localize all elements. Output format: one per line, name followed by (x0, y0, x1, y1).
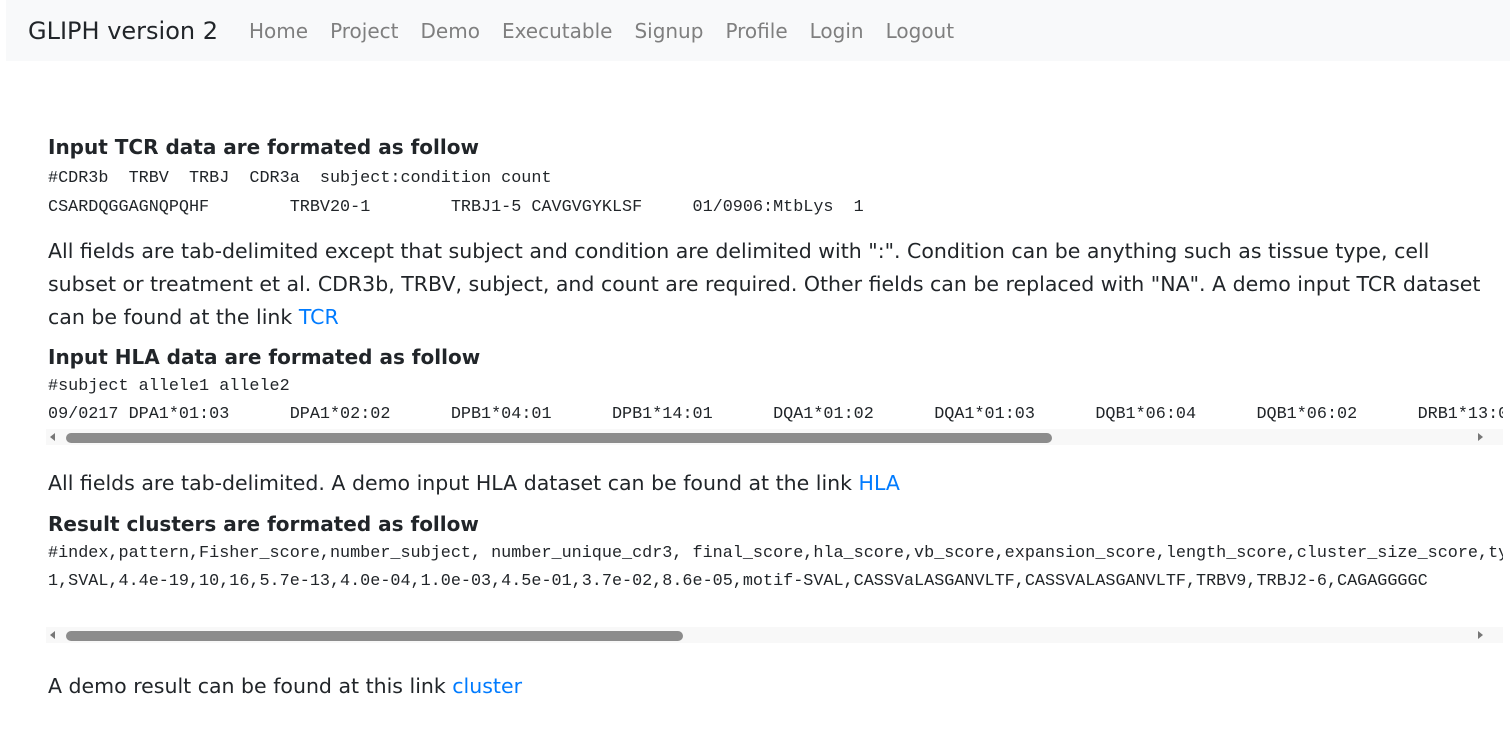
hla-example-line: 09/0217 DPA1*01:03 DPA1*02:02 DPB1*04:01… (48, 405, 1503, 424)
scroll-right-icon[interactable] (1478, 631, 1483, 639)
nav-demo[interactable]: Demo (421, 19, 480, 43)
hla-link[interactable]: HLA (859, 471, 900, 495)
scroll-left-icon[interactable] (50, 433, 55, 441)
result-description-text: A demo result can be found at this link (48, 674, 453, 698)
tcr-description-text: All fields are tab-delimited except that… (48, 239, 1481, 329)
nav-executable[interactable]: Executable (502, 19, 613, 43)
scroll-right-icon[interactable] (1478, 433, 1483, 441)
hla-description: All fields are tab-delimited. A demo inp… (48, 467, 1503, 500)
hla-description-text: All fields are tab-delimited. A demo inp… (48, 471, 859, 495)
hla-format-line: #subject allele1 allele2 (48, 377, 290, 396)
tcr-link[interactable]: TCR (299, 305, 339, 329)
scroll-left-icon[interactable] (50, 631, 55, 639)
hla-code-block[interactable]: #subject allele1 allele2 09/0217 DPA1*01… (46, 374, 1503, 445)
scrollbar-thumb[interactable] (66, 631, 683, 641)
result-description: A demo result can be found at this link … (48, 670, 1503, 703)
nav-home[interactable]: Home (249, 19, 308, 43)
tcr-format-line: #CDR3b TRBV TRBJ CDR3a subject:condition… (48, 169, 552, 188)
result-heading: Result clusters are formated as follow (48, 512, 479, 536)
hla-horizontal-scrollbar[interactable] (46, 429, 1503, 445)
result-header-line: #index,pattern,Fisher_score,number_subje… (48, 544, 1503, 563)
nav-login[interactable]: Login (810, 19, 864, 43)
result-code-block[interactable]: #index,pattern,Fisher_score,number_subje… (46, 541, 1503, 643)
nav-project[interactable]: Project (330, 19, 398, 43)
nav-profile[interactable]: Profile (725, 19, 787, 43)
main-content: Input TCR data are formated as follow #C… (46, 130, 1503, 703)
tcr-heading: Input TCR data are formated as follow (48, 135, 479, 159)
cluster-link[interactable]: cluster (452, 674, 522, 698)
tcr-example-line: CSARDQGGAGNQPQHF TRBV20-1 TRBJ1-5 CAVGVG… (48, 198, 864, 217)
brand[interactable]: GLIPH version 2 (28, 17, 218, 45)
result-example-line: 1,SVAL,4.4e-19,10,16,5.7e-13,4.0e-04,1.0… (48, 572, 1428, 591)
hla-heading: Input HLA data are formated as follow (48, 345, 481, 369)
nav-logout[interactable]: Logout (886, 19, 954, 43)
scrollbar-thumb[interactable] (66, 433, 1052, 443)
result-horizontal-scrollbar[interactable] (46, 627, 1503, 643)
nav-signup[interactable]: Signup (634, 19, 703, 43)
navbar: GLIPH version 2 Home Project Demo Execut… (6, 0, 1510, 61)
tcr-description: All fields are tab-delimited except that… (48, 235, 1503, 334)
